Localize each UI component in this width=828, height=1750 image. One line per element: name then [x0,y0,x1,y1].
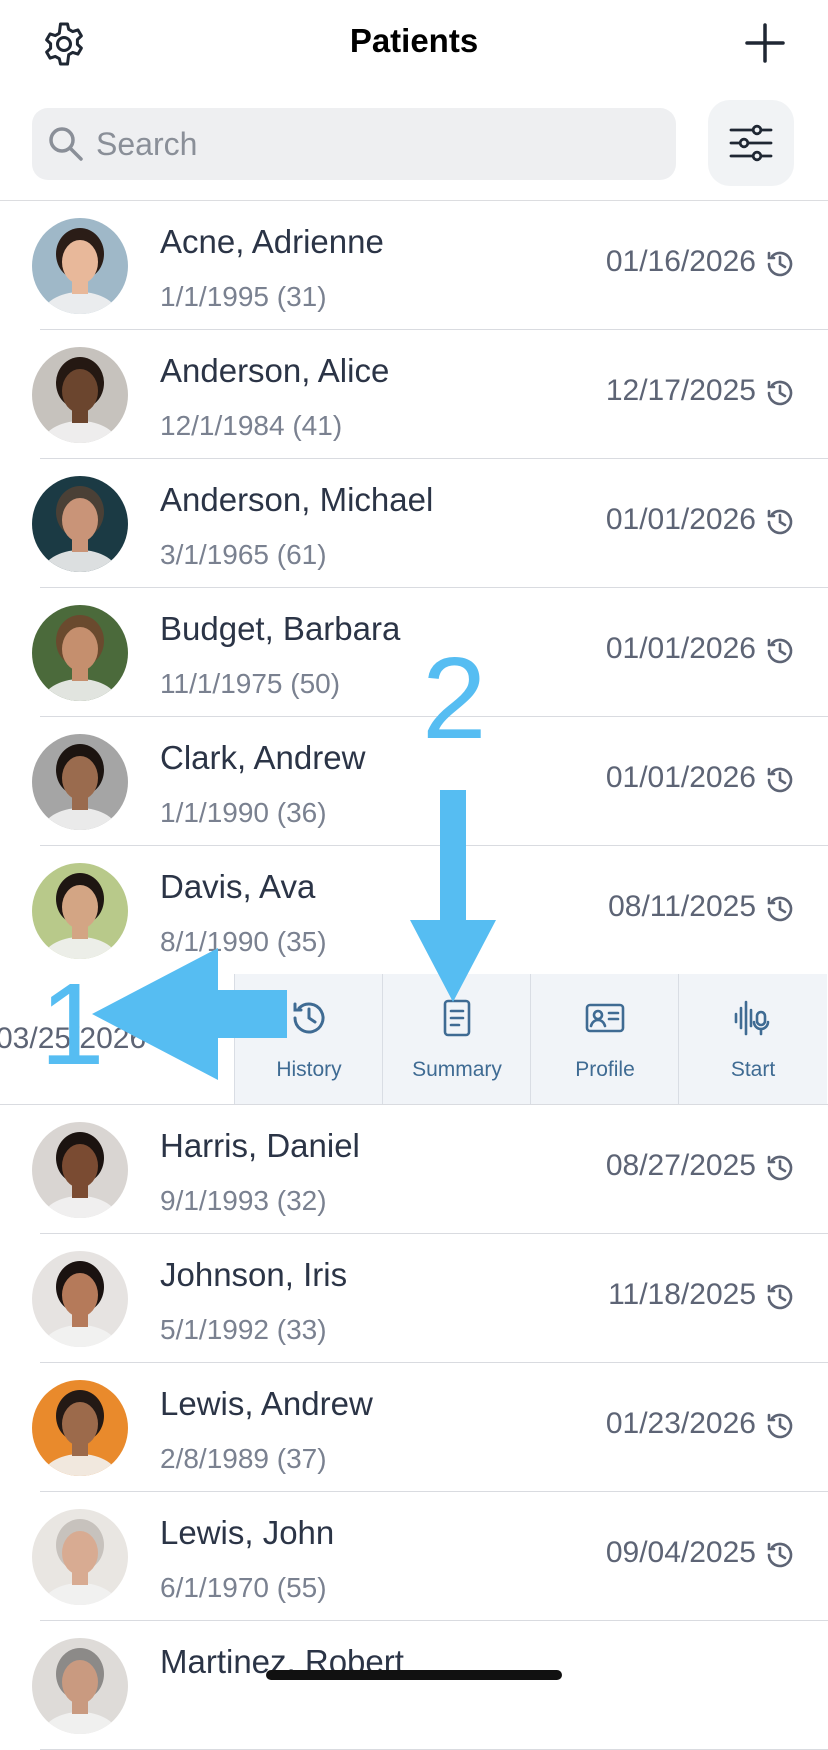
history-icon[interactable] [764,1281,796,1313]
last-visit-date: 11/18/2025 [608,1278,756,1311]
add-patient-plus-icon[interactable] [744,22,786,64]
patient-name: Acne, Adrienne [160,223,384,260]
patient-dob: 2/8/1989 (37) [160,1443,327,1474]
annotation-arrow-left [92,948,287,1080]
filter-button[interactable] [708,100,794,186]
last-visit-date: 01/01/2026 [605,761,756,794]
last-visit-date: 08/27/2025 [605,1149,756,1182]
patient-dob: 12/1/1984 (41) [160,410,343,441]
search-placeholder: Search [96,126,198,162]
patient-name: Davis, Ava [160,868,316,905]
patient-row[interactable]: Lewis, John 6/1/1970 (55) 09/04/2025 [0,1492,828,1621]
history-icon[interactable] [764,1410,796,1442]
patient-avatar [32,1638,128,1734]
patient-name: Clark, Andrew [160,739,366,776]
patient-name: Anderson, Michael [160,481,434,518]
summary-action-label: Summary [412,1058,502,1081]
last-visit-date: 01/01/2026 [605,632,756,665]
patient-avatar [32,605,128,701]
history-icon[interactable] [764,635,796,667]
profile-action-button[interactable]: Profile [530,974,679,1104]
patient-row[interactable]: Martinez, Robert [0,1621,828,1750]
patient-row[interactable]: Budget, Barbara 11/1/1975 (50) 01/01/2026 [0,588,828,717]
patient-row[interactable]: Harris, Daniel 9/1/1993 (32) 08/27/2025 [0,1105,828,1234]
history-icon[interactable] [764,1152,796,1184]
patient-avatar [32,1251,128,1347]
home-indicator [266,1670,562,1680]
patient-avatar [32,1380,128,1476]
last-visit-date: 08/11/2025 [608,890,756,923]
patient-dob: 5/1/1992 (33) [160,1314,327,1345]
patient-row[interactable]: Anderson, Alice 12/1/1984 (41) 12/17/2025 [0,330,828,459]
history-icon[interactable] [764,506,796,538]
annotation-step-2: 2 [422,633,487,763]
profile-action-label: Profile [575,1058,635,1081]
patient-name: Budget, Barbara [160,610,401,647]
patient-dob: 6/1/1970 (55) [160,1572,327,1603]
patient-row[interactable]: Anderson, Michael 3/1/1965 (61) 01/01/2026 [0,459,828,588]
document-icon [443,999,471,1037]
patient-name: Anderson, Alice [160,352,390,389]
patient-dob: 3/1/1965 (61) [160,539,327,570]
patient-dob: 9/1/1993 (32) [160,1185,327,1216]
page-title: Patients [349,22,479,59]
patient-row[interactable]: Johnson, Iris 5/1/1992 (33) 11/18/2025 [0,1234,828,1363]
patient-avatar [32,863,128,959]
history-icon[interactable] [764,764,796,796]
history-icon [293,1002,325,1034]
last-visit-date: 01/23/2026 [605,1407,756,1440]
patient-avatar [32,218,128,314]
patient-avatar [32,476,128,572]
waveform-mic-icon [734,1000,770,1036]
last-visit-date: 01/16/2026 [605,245,756,278]
patient-avatar [32,1122,128,1218]
patient-avatar [32,734,128,830]
annotation-arrow-down [410,790,496,1002]
patient-avatar [32,347,128,443]
patient-dob: 1/1/1995 (31) [160,281,327,312]
patient-avatar [32,1509,128,1605]
patient-dob: 11/1/1975 (50) [160,668,341,699]
patient-row[interactable]: Lewis, Andrew 2/8/1989 (37) 01/23/2026 [0,1363,828,1492]
id-card-icon [585,1003,625,1033]
patient-name: Lewis, Andrew [160,1385,373,1422]
history-icon[interactable] [764,248,796,280]
patient-name: Harris, Daniel [160,1127,360,1164]
start-action-button[interactable]: Start [678,974,827,1104]
patient-name: Johnson, Iris [160,1256,348,1293]
last-visit-date: 01/01/2026 [605,503,756,536]
last-visit-date: 09/04/2025 [605,1536,756,1569]
search-bar[interactable]: Search [32,108,676,180]
sliders-icon [729,124,773,162]
last-visit-date: 12/17/2025 [605,374,756,407]
start-action-label: Start [730,1058,776,1081]
patient-row[interactable]: Acne, Adrienne 1/1/1995 (31) 01/16/2026 [0,201,828,330]
patient-dob: 1/1/1990 (36) [160,797,327,828]
patient-name: Lewis, John [160,1514,335,1551]
history-icon[interactable] [764,377,796,409]
history-icon[interactable] [764,1539,796,1571]
annotation-step-1: 1 [40,959,105,1089]
search-icon [49,127,83,161]
history-icon[interactable] [764,893,796,925]
